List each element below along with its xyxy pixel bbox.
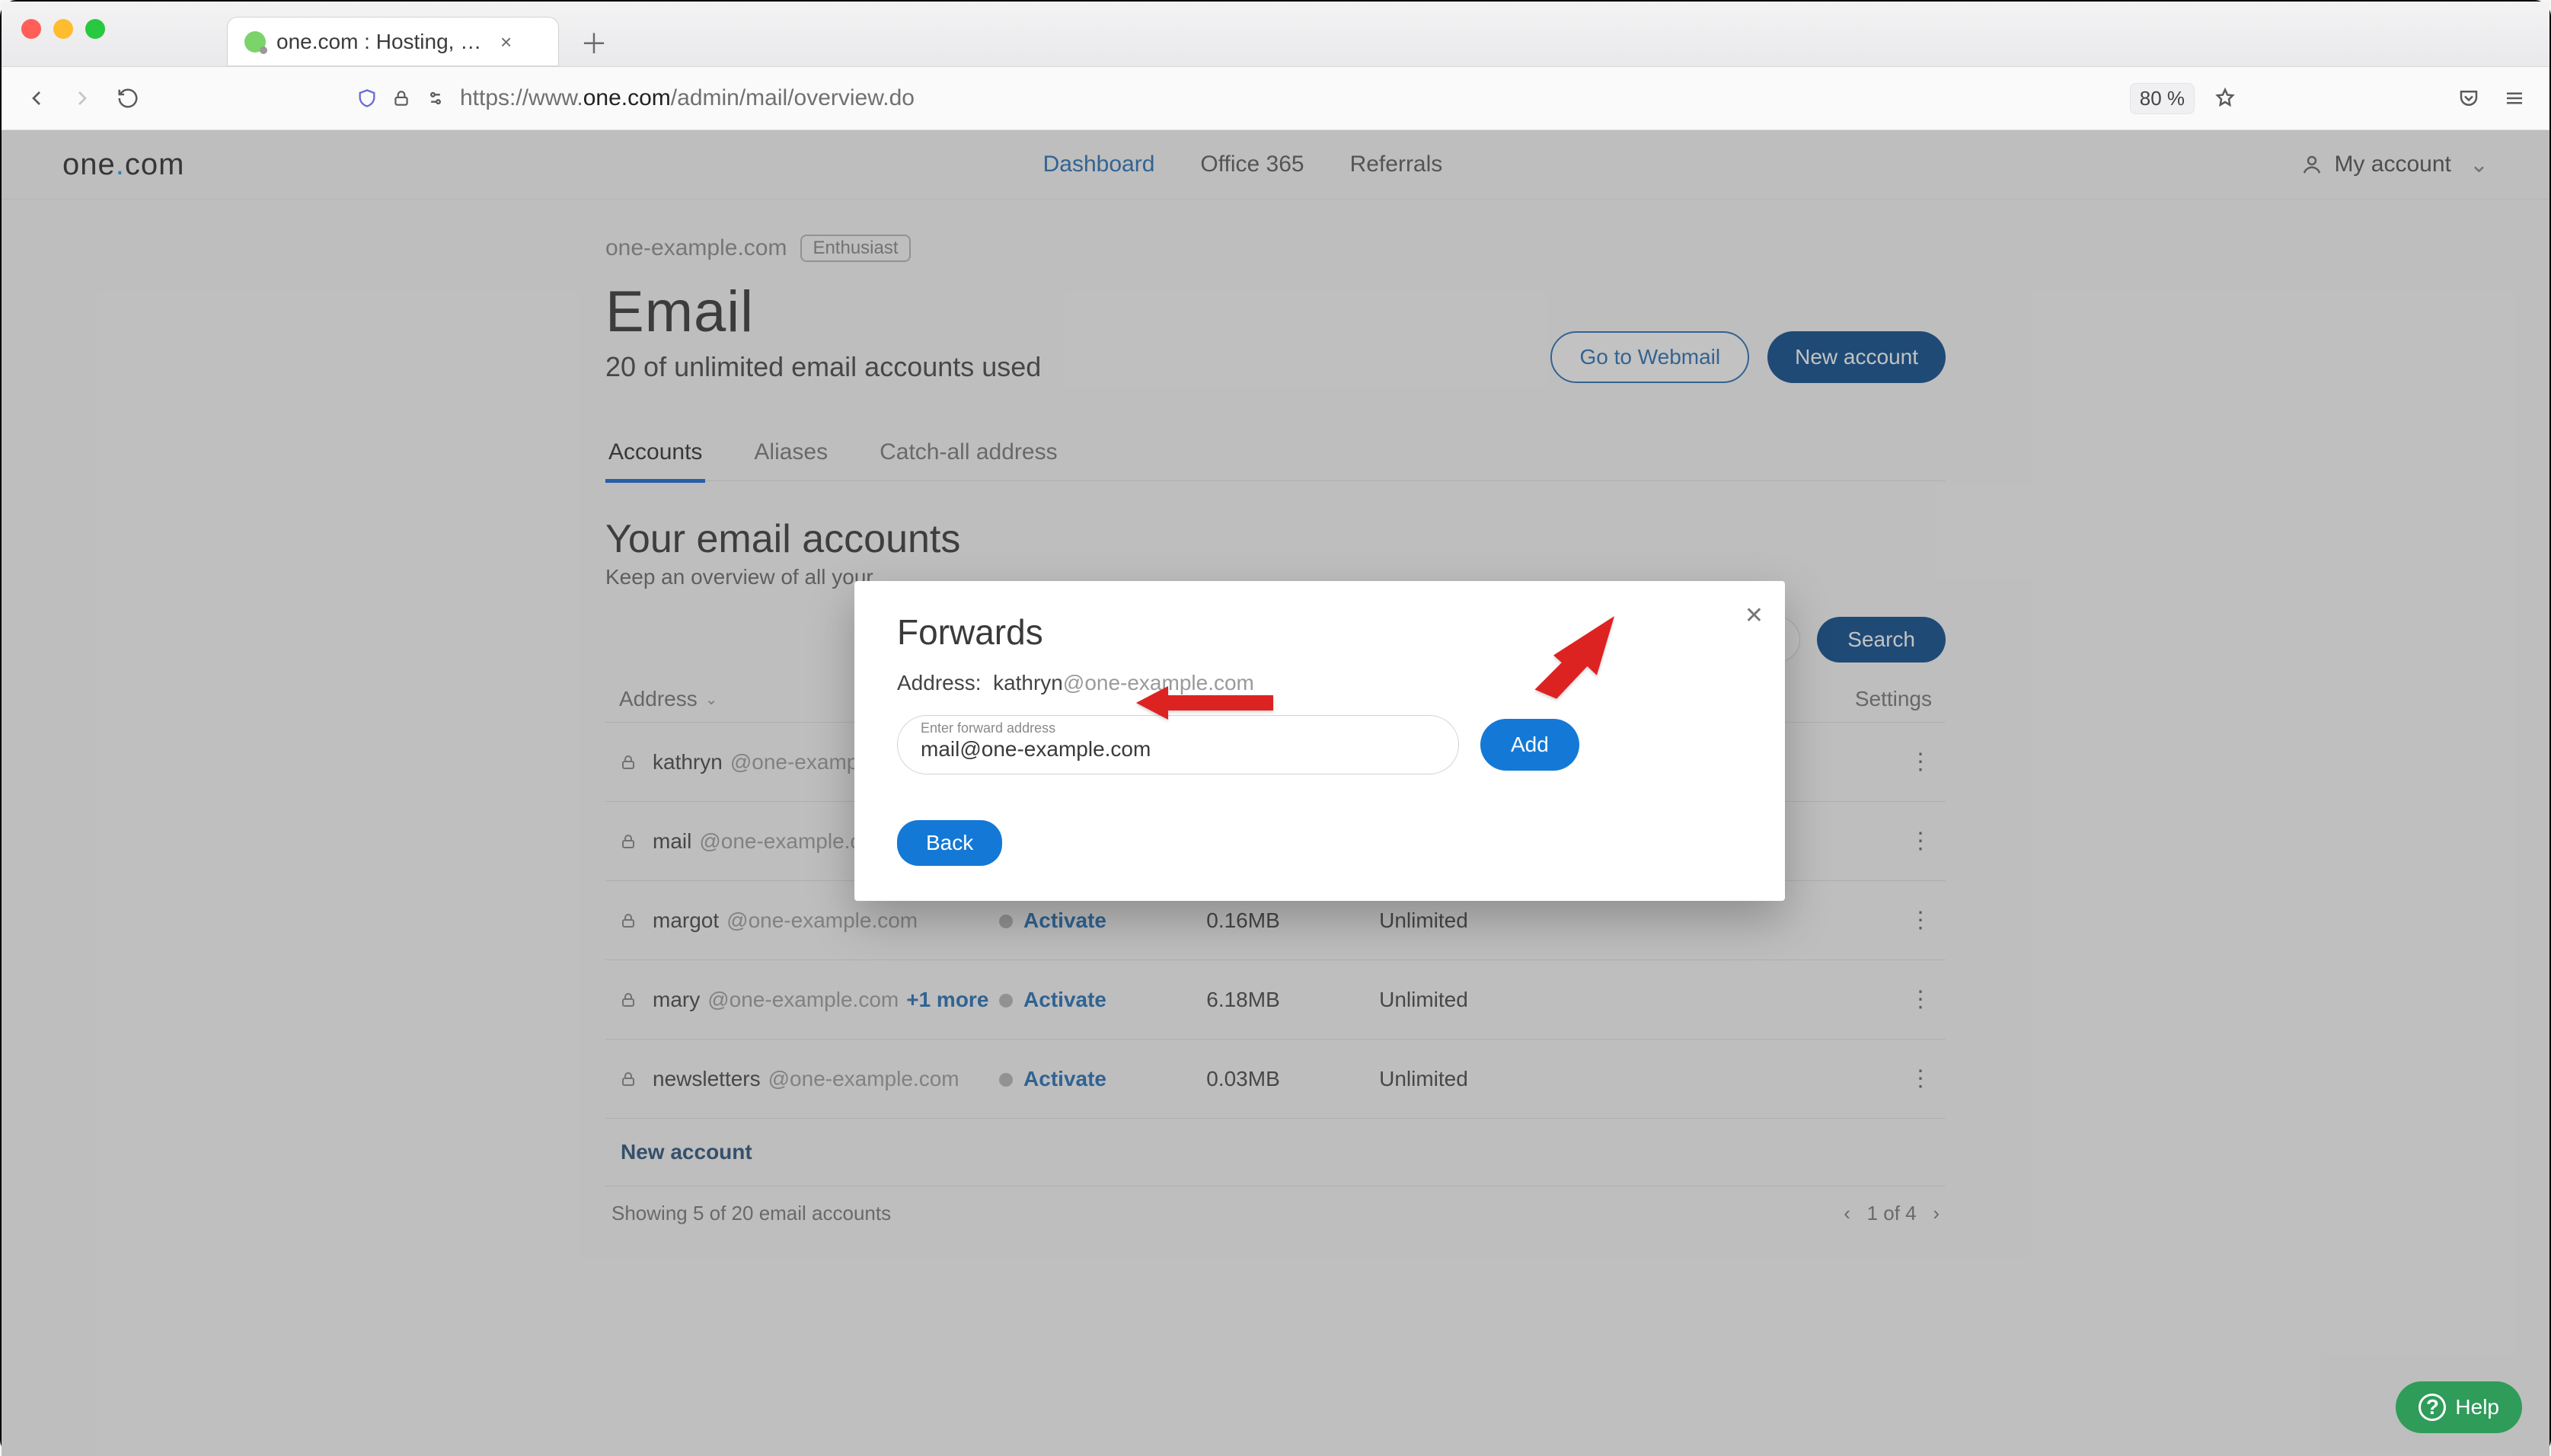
annotation-arrow-icon (1136, 680, 1273, 726)
help-icon: ? (2419, 1394, 2446, 1421)
minimize-window[interactable] (53, 19, 73, 39)
modal-close-icon[interactable]: ✕ (1745, 602, 1764, 629)
zoom-indicator[interactable]: 80 % (2130, 83, 2195, 114)
browser-tab-strip: one.com : Hosting, Domain, Em… × ＋ (2, 2, 2549, 67)
nav-back-icon[interactable] (21, 83, 52, 113)
maximize-window[interactable] (85, 19, 105, 39)
tab-favicon (244, 31, 266, 53)
browser-tab[interactable]: one.com : Hosting, Domain, Em… × (227, 17, 559, 66)
field-label: Enter forward address (921, 720, 1055, 736)
permissions-icon[interactable] (425, 88, 446, 109)
nav-forward-icon (67, 83, 97, 113)
forward-address-input[interactable] (919, 736, 1437, 762)
new-tab-button[interactable]: ＋ (576, 24, 612, 60)
browser-toolbar: https://www.one.com/admin/mail/overview.… (2, 67, 2549, 130)
add-button[interactable]: Add (1480, 719, 1579, 771)
reload-icon[interactable] (113, 83, 143, 113)
annotation-arrow-icon (1532, 611, 1624, 703)
url-text: https://www.one.com/admin/mail/overview.… (460, 85, 915, 111)
tab-close-icon[interactable]: × (500, 30, 512, 54)
shield-icon[interactable] (356, 88, 378, 109)
help-widget[interactable]: ? Help (2396, 1381, 2522, 1433)
page: one.com Dashboard Office 365 Referrals M… (2, 130, 2549, 1456)
hamburger-icon[interactable] (2499, 83, 2530, 113)
back-button[interactable]: Back (897, 820, 1002, 866)
address-bar[interactable]: https://www.one.com/admin/mail/overview.… (356, 85, 2115, 111)
help-label: Help (2455, 1395, 2499, 1419)
pocket-icon[interactable] (2454, 83, 2484, 113)
bookmark-icon[interactable] (2210, 83, 2240, 113)
forwards-modal: ✕ Forwards Address: kathryn@one-example.… (854, 581, 1785, 901)
window-controls (21, 19, 105, 39)
lock-icon[interactable] (391, 88, 411, 108)
close-window[interactable] (21, 19, 41, 39)
tab-title: one.com : Hosting, Domain, Em… (276, 30, 490, 54)
